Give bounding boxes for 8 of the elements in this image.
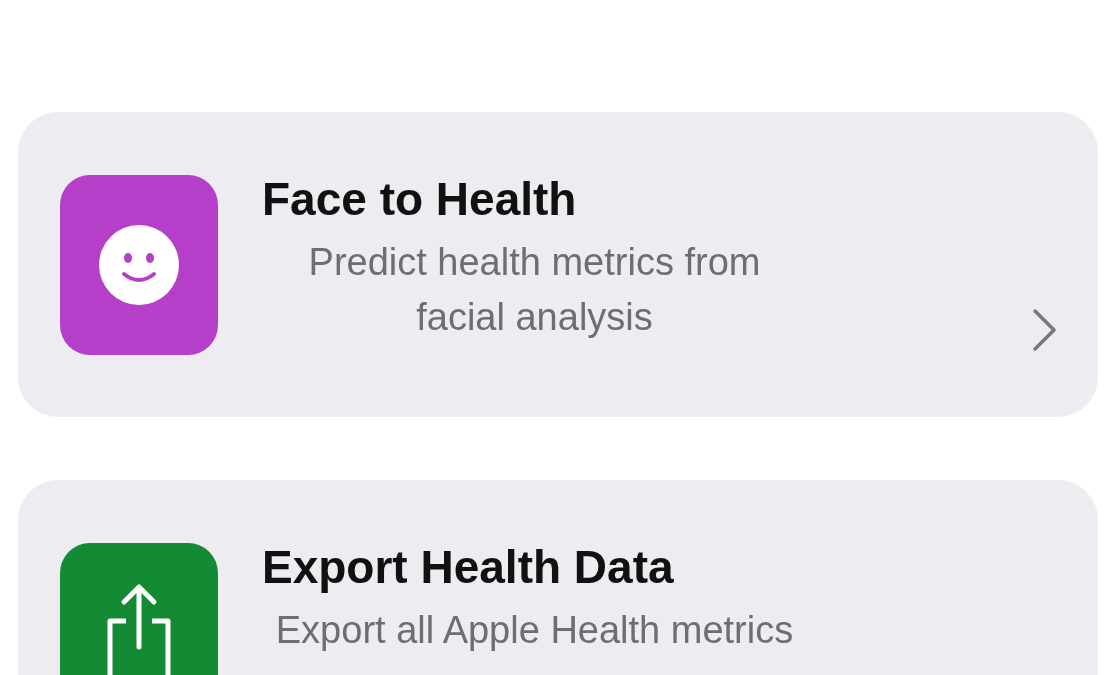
card-title: Export Health Data (262, 540, 675, 595)
card-title: Face to Health (262, 172, 578, 227)
chevron-right-icon (1032, 308, 1058, 352)
feature-card[interactable]: Export Health Data Export all Apple Health metrics (18, 480, 1098, 675)
card-subtitle: Predict health metrics from facial analysis (307, 240, 762, 341)
smiley-icon (98, 224, 180, 306)
card-subtitle: Export all Apple Health metrics (274, 608, 795, 654)
feature-card[interactable]: Face to Health Predict health metrics from facial analysis (18, 112, 1098, 417)
